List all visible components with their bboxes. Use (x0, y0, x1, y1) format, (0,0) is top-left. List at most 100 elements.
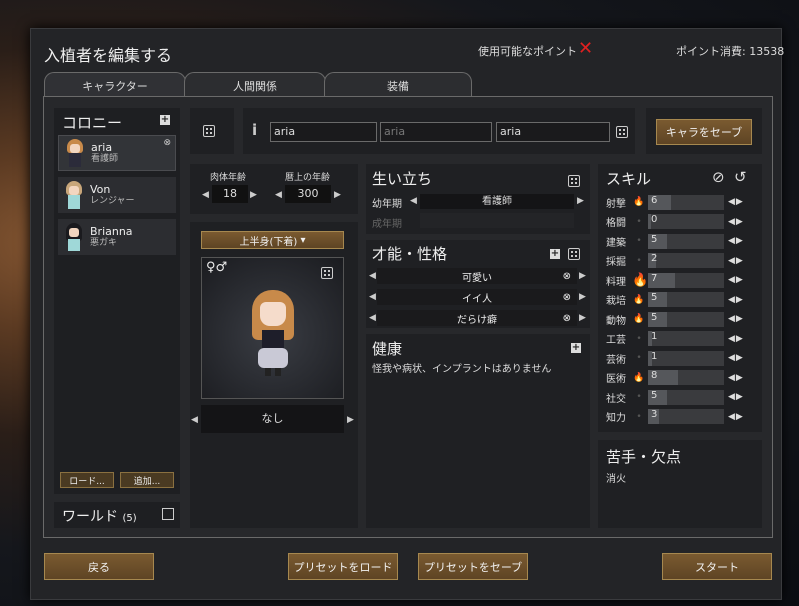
add-pawn-icon[interactable]: + (160, 115, 170, 125)
load-preset-button[interactable]: プリセットをロード (288, 553, 398, 580)
trait-item[interactable]: だらけ癖 ⊗ (377, 310, 577, 326)
back-button[interactable]: 戻る (44, 553, 154, 580)
health-title: 健康 (372, 340, 403, 358)
trait-item[interactable]: イイ人 ⊗ (377, 289, 577, 305)
clear-skills-icon[interactable]: ⊘ (712, 168, 725, 186)
skill-row: 芸術 • 1 ◀▶ (606, 349, 756, 367)
tab-gear[interactable]: 装備 (324, 72, 472, 98)
passion-flame-icon[interactable]: 🔥 (632, 273, 648, 288)
skill-row: 工芸 • 1 ◀▶ (606, 330, 756, 348)
passion-flame-icon[interactable]: • (632, 392, 646, 402)
skill-adjust-arrows[interactable]: ◀▶ (728, 197, 744, 207)
save-preset-button[interactable]: プリセットをセーブ (418, 553, 528, 580)
skill-adjust-arrows[interactable]: ◀▶ (728, 275, 744, 285)
passion-flame-icon[interactable]: • (632, 412, 646, 422)
nickname-input[interactable]: aria (380, 122, 492, 142)
pawn-entry-brianna[interactable]: Brianna 悪ガキ (58, 219, 176, 255)
available-points-label: 使用可能なポイント (478, 45, 577, 58)
passion-flame-icon[interactable]: • (632, 256, 646, 266)
traits-title: 才能・性格 (372, 245, 448, 263)
remove-pawn-icon[interactable]: ⊗ (163, 138, 171, 148)
skill-bar: 7 (648, 272, 724, 288)
passion-flame-icon[interactable]: 🔥 (632, 373, 646, 383)
pawn-entry-aria[interactable]: aria 看護師 ⊗ (58, 135, 176, 171)
incapable-title: 苦手・欠点 (606, 448, 682, 466)
gender-icon[interactable]: ♀♂ (206, 260, 227, 275)
chrono-age-increase-arrow[interactable]: ▶ (334, 190, 341, 200)
start-button[interactable]: スタート (662, 553, 772, 580)
load-pawn-button[interactable]: ロード... (60, 472, 114, 488)
skill-adjust-arrows[interactable]: ◀▶ (728, 353, 744, 363)
skill-row: 料理 🔥 7 ◀▶ (606, 271, 756, 289)
randomize-dice-icon[interactable] (203, 125, 215, 140)
first-name-input[interactable]: aria (270, 122, 377, 142)
remove-trait-icon[interactable]: ⊗ (563, 271, 571, 282)
apparel-layer-label: 上半身(下着) (239, 236, 298, 248)
childhood-next-arrow[interactable]: ▶ (577, 196, 584, 206)
trait-item[interactable]: 可愛い ⊗ (377, 268, 577, 284)
skill-bar: 5 (648, 389, 724, 405)
adulthood-value (420, 213, 574, 228)
skill-adjust-arrows[interactable]: ◀▶ (728, 236, 744, 246)
random-name-icon[interactable] (616, 126, 628, 141)
pawn-role: 看護師 (91, 153, 119, 164)
pawn-avatar (62, 179, 86, 211)
pawn-name: Von (90, 182, 111, 196)
info-icon[interactable]: i (252, 121, 257, 139)
remove-trait-icon[interactable]: ⊗ (563, 313, 571, 324)
trait-next-arrow[interactable]: ▶ (579, 292, 586, 302)
last-name-input[interactable]: aria (496, 122, 610, 142)
trait-prev-arrow[interactable]: ◀ (369, 292, 376, 302)
skill-label: 社交 (606, 393, 626, 405)
health-text: 怪我や病状、インプラントはありません (372, 364, 552, 375)
trait-label: イイ人 (462, 293, 492, 305)
skill-adjust-arrows[interactable]: ◀▶ (728, 217, 744, 227)
skill-label: 工芸 (606, 335, 626, 346)
save-character-button[interactable]: キャラをセーブ (656, 119, 752, 145)
tab-character[interactable]: キャラクター (44, 72, 186, 98)
trait-label: 可愛い (462, 272, 492, 284)
skill-adjust-arrows[interactable]: ◀▶ (728, 334, 744, 344)
chrono-age-decrease-arrow[interactable]: ◀ (275, 190, 282, 200)
random-backstory-icon[interactable] (568, 175, 580, 190)
passion-flame-icon[interactable]: 🔥 (632, 197, 646, 207)
bio-age-value[interactable]: 18 (212, 185, 248, 203)
add-health-icon[interactable]: + (571, 343, 581, 353)
trait-prev-arrow[interactable]: ◀ (369, 271, 376, 281)
random-appearance-icon[interactable] (321, 267, 333, 282)
skill-adjust-arrows[interactable]: ◀▶ (728, 412, 744, 422)
passion-flame-icon[interactable]: • (632, 334, 646, 344)
childhood-prev-arrow[interactable]: ◀ (410, 196, 417, 206)
passion-flame-icon[interactable]: 🔥 (632, 314, 646, 324)
skill-adjust-arrows[interactable]: ◀▶ (728, 392, 744, 402)
skill-adjust-arrows[interactable]: ◀▶ (728, 295, 744, 305)
chrono-age-value[interactable]: 300 (285, 185, 331, 203)
apparel-next-arrow[interactable]: ▶ (347, 415, 354, 425)
childhood-value[interactable]: 看護師 (420, 194, 574, 209)
trait-prev-arrow[interactable]: ◀ (369, 313, 376, 323)
skill-adjust-arrows[interactable]: ◀▶ (728, 314, 744, 324)
skill-adjust-arrows[interactable]: ◀▶ (728, 373, 744, 383)
skill-row: 知力 • 3 ◀▶ (606, 408, 756, 426)
world-expand-icon[interactable] (162, 508, 174, 520)
add-trait-icon[interactable]: + (550, 249, 560, 259)
trait-next-arrow[interactable]: ▶ (579, 313, 586, 323)
points-cost: ポイント消費: 13538 (676, 45, 785, 58)
skill-adjust-arrows[interactable]: ◀▶ (728, 256, 744, 266)
bio-age-decrease-arrow[interactable]: ◀ (202, 190, 209, 200)
add-pawn-button[interactable]: 追加... (120, 472, 174, 488)
pawn-entry-von[interactable]: Von レンジャー (58, 177, 176, 213)
passion-flame-icon[interactable]: • (632, 217, 646, 227)
skill-value: 1 (651, 350, 658, 362)
passion-flame-icon[interactable]: • (632, 353, 646, 363)
remove-trait-icon[interactable]: ⊗ (563, 292, 571, 303)
reset-skills-icon[interactable]: ↺ (734, 168, 747, 186)
apparel-layer-dropdown[interactable]: 上半身(下着) ▾ (201, 231, 344, 249)
bio-age-increase-arrow[interactable]: ▶ (250, 190, 257, 200)
random-traits-icon[interactable] (568, 248, 580, 263)
passion-flame-icon[interactable]: • (632, 236, 646, 246)
apparel-prev-arrow[interactable]: ◀ (191, 415, 198, 425)
trait-next-arrow[interactable]: ▶ (579, 271, 586, 281)
passion-flame-icon[interactable]: 🔥 (632, 295, 646, 305)
tab-relations[interactable]: 人間関係 (184, 72, 326, 98)
